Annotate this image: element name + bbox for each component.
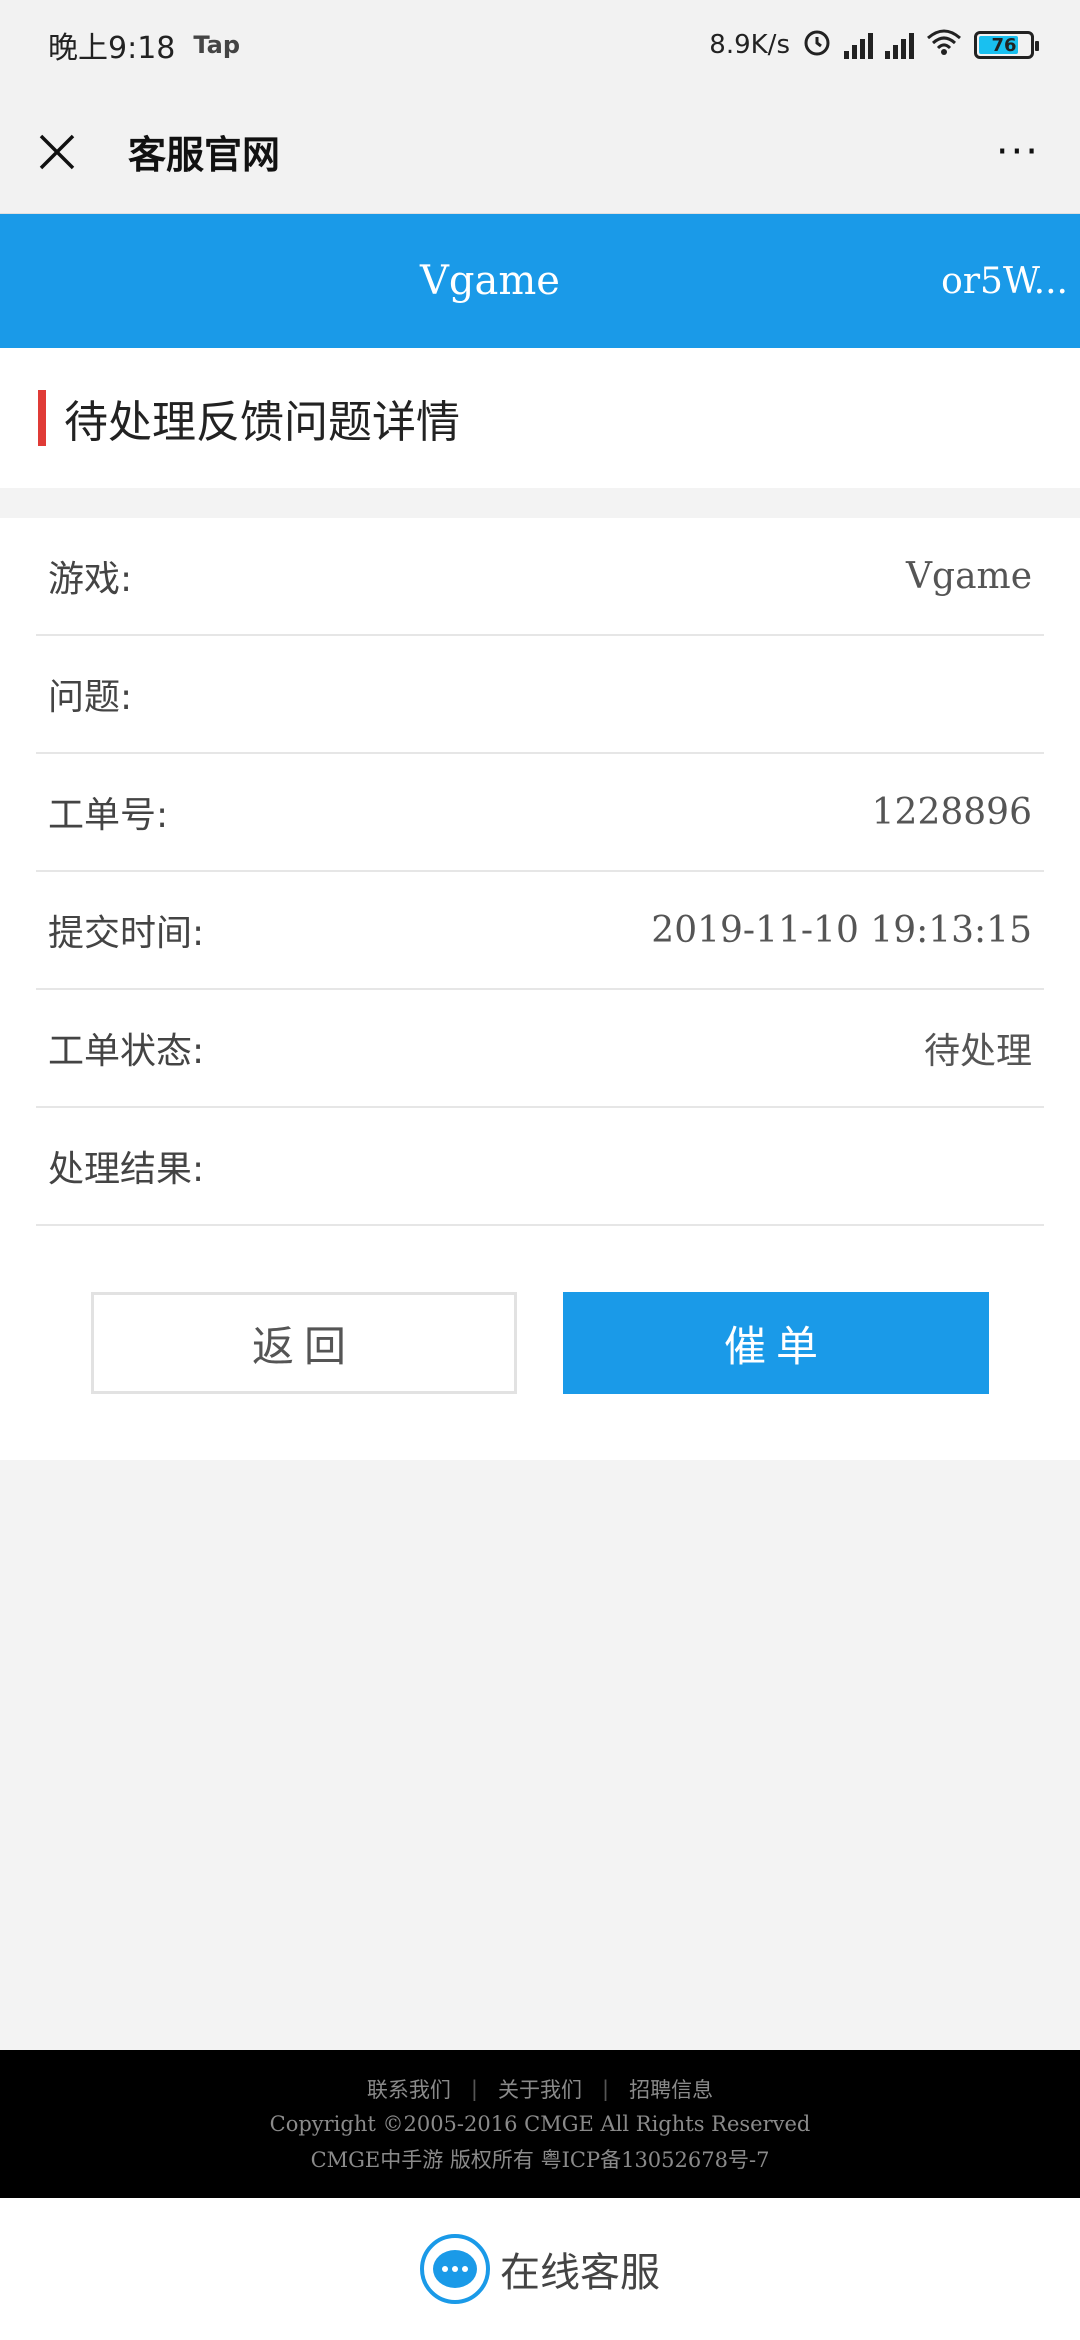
- game-header: Vgame or5W...: [0, 214, 1080, 348]
- header-user[interactable]: or5W...: [941, 261, 1068, 302]
- signal-icon: [844, 31, 873, 59]
- chat-icon: [420, 2234, 490, 2304]
- empty-area: [0, 1460, 1080, 2050]
- section-accent-bar: [38, 390, 46, 446]
- header-game-title: Vgame: [420, 258, 560, 304]
- divider: [0, 488, 1080, 518]
- footer-icp: CMGE中手游 版权所有 粤ICP备13052678号-7: [310, 2148, 770, 2172]
- footer-link-about[interactable]: 关于我们: [498, 2074, 582, 2104]
- status-bar: 晚上9:18 Tap 8.9K/s 76: [0, 0, 1080, 90]
- status-badge: 待处理: [923, 1031, 1032, 1072]
- urge-button[interactable]: 催单: [563, 1292, 989, 1394]
- detail-label: 处理结果:: [48, 1149, 205, 1190]
- alarm-icon: [802, 27, 832, 64]
- section-title: 待处理反馈问题详情: [64, 397, 460, 448]
- signal-icon: [885, 31, 914, 59]
- detail-label: 工单状态:: [48, 1031, 205, 1072]
- battery-icon: 76: [974, 31, 1039, 59]
- action-buttons: 返回 催单: [0, 1226, 1080, 1460]
- section-header: 待处理反馈问题详情: [0, 348, 1080, 488]
- close-button[interactable]: [32, 127, 82, 177]
- detail-value: 1228896: [871, 791, 1032, 833]
- ticket-details: 游戏: Vgame 问题: 工单号: 1228896 提交时间: 2019-11…: [0, 518, 1080, 1226]
- detail-row-issue: 问题:: [36, 636, 1044, 754]
- page-title: 客服官网: [128, 133, 281, 177]
- battery-level: 76: [991, 34, 1017, 56]
- online-service-label[interactable]: 在线客服: [500, 2240, 660, 2298]
- footer-link-contact[interactable]: 联系我们: [367, 2074, 451, 2104]
- net-speed: 8.9K/s: [709, 30, 790, 60]
- back-button[interactable]: 返回: [91, 1292, 517, 1394]
- detail-label: 游戏:: [48, 559, 133, 600]
- footer-separator: |: [602, 2077, 610, 2101]
- more-button[interactable]: ···: [988, 129, 1048, 175]
- detail-row-game: 游戏: Vgame: [36, 518, 1044, 636]
- app-badge: Tap: [193, 31, 241, 59]
- detail-row-result: 处理结果:: [36, 1108, 1044, 1226]
- status-time: 晚上9:18: [48, 31, 176, 66]
- status-right: 8.9K/s 76: [709, 27, 1039, 64]
- wifi-icon: [926, 28, 962, 63]
- title-bar: 客服官网 ···: [0, 90, 1080, 214]
- footer-separator: |: [470, 2077, 478, 2101]
- detail-label: 工单号:: [48, 795, 169, 836]
- detail-label: 问题:: [48, 677, 133, 718]
- detail-row-ticket: 工单号: 1228896: [36, 754, 1044, 872]
- footer-link-jobs[interactable]: 招聘信息: [629, 2074, 713, 2104]
- online-service-bar[interactable]: 在线客服: [0, 2198, 1080, 2340]
- detail-row-submit-time: 提交时间: 2019-11-10 19:13:15: [36, 872, 1044, 990]
- detail-label: 提交时间:: [48, 913, 205, 954]
- detail-row-status: 工单状态: 待处理: [36, 990, 1044, 1108]
- close-icon: [39, 134, 75, 169]
- detail-value: 2019-11-10 19:13:15: [651, 909, 1032, 951]
- status-left: 晚上9:18 Tap: [48, 23, 240, 67]
- footer-copyright: Copyright ©2005-2016 CMGE All Rights Res…: [269, 2112, 811, 2136]
- detail-value: Vgame: [906, 555, 1032, 597]
- footer: 联系我们 | 关于我们 | 招聘信息 Copyright ©2005-2016 …: [0, 2050, 1080, 2198]
- footer-links: 联系我们 | 关于我们 | 招聘信息: [367, 2074, 713, 2104]
